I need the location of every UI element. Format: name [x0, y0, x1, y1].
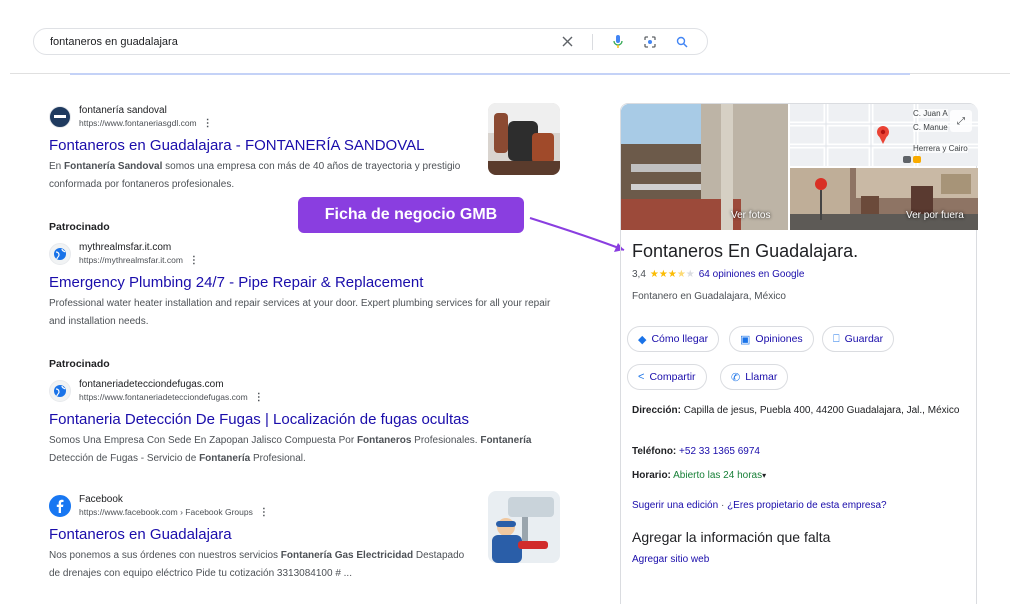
suggest-edit-link[interactable]: Sugerir una edición — [632, 500, 718, 511]
edit-row: Sugerir una edición · ¿Eres propietario … — [632, 500, 887, 511]
sponsored-label: Patrocinado — [49, 358, 110, 370]
business-category: Fontanero en Guadalajara, México — [632, 291, 786, 302]
more-options-icon[interactable]: ⋮ — [189, 255, 199, 266]
site-url: https://www.fontaneriadetecciondefugas.c… — [79, 392, 264, 403]
result-title-link[interactable]: Fontaneria Detección De Fugas | Localiza… — [49, 410, 569, 430]
result-snippet: Somos Una Empresa Con Sede En Zapopan Ja… — [49, 435, 532, 464]
map-label: Herrera y Cairo — [913, 144, 968, 153]
view-photos-button[interactable]: Ver fotos — [731, 210, 770, 221]
phone-link[interactable]: +52 33 1365 6974 — [679, 446, 760, 457]
address-row: Dirección: Capilla de jesus, Puebla 400,… — [632, 405, 960, 416]
phone-icon: ✆ — [731, 371, 741, 384]
map-label: C. Manue — [913, 123, 948, 132]
rating-value: 3,4 — [632, 269, 646, 280]
share-icon: < — [638, 371, 645, 383]
business-name: Fontaneros En Guadalajara. — [632, 241, 859, 261]
add-website-row: Agregar sitio web — [632, 551, 972, 568]
star-rating-icon: ★★★★★ — [649, 269, 695, 280]
reviews-button[interactable]: ▣ Opiniones — [729, 326, 814, 352]
expand-map-icon[interactable]: ⤢ — [950, 110, 972, 132]
annotation-arrow — [529, 217, 625, 252]
more-options-icon[interactable]: ⋮ — [259, 507, 269, 518]
search-box[interactable]: fontaneros en guadalajara — [33, 28, 708, 55]
result-snippet: Nos ponemos a sus órdenes con nuestros s… — [49, 550, 465, 579]
phone-row: Teléfono: +52 33 1365 6974 — [632, 446, 760, 457]
result-thumbnail[interactable] — [488, 103, 560, 175]
claim-business-link[interactable]: ¿Eres propietario de esta empresa? — [727, 500, 887, 511]
call-button[interactable]: ✆ Llamar — [720, 364, 789, 390]
site-info[interactable]: fontaneriadetecciondefugas.com https://w… — [49, 378, 569, 404]
more-options-icon[interactable]: ⋮ — [254, 392, 264, 403]
site-url: https://www.fontaneriasgdl.com ⋮ — [79, 118, 213, 129]
view-outside-button[interactable]: Ver por fuera — [906, 210, 964, 221]
result-snippet: Professional water heater installation a… — [49, 298, 551, 327]
business-profile-panel: Ver fotos Ver por fuera C. Juan A C. Man… — [620, 103, 978, 604]
site-name: fontanería sandoval — [79, 105, 167, 116]
result-title-link[interactable]: Emergency Plumbing 24/7 - Pipe Repair & … — [49, 273, 569, 293]
share-button[interactable]: < Compartir — [627, 364, 707, 390]
clear-icon[interactable] — [560, 35, 574, 49]
sponsored-result: Patrocinado fontaneriadetecciondefugas.c… — [49, 358, 569, 468]
lens-icon[interactable] — [643, 35, 657, 49]
photo-gallery[interactable]: Ver fotos Ver por fuera C. Juan A C. Man… — [621, 104, 978, 230]
result-snippet: En Fontanería Sandoval somos una empresa… — [49, 161, 461, 190]
facebook-icon — [49, 495, 71, 517]
rating-row: 3,4 ★★★★★ 64 opiniones en Google — [632, 269, 804, 280]
directions-icon: ◆ — [638, 333, 647, 346]
bookmark-icon: ⎕ — [833, 332, 840, 345]
search-icon[interactable] — [675, 35, 689, 49]
map-label: C. Juan A — [913, 109, 948, 118]
search-input[interactable]: fontaneros en guadalajara — [50, 36, 560, 48]
header-progress-line — [70, 73, 910, 75]
globe-icon — [49, 243, 71, 265]
reviews-link[interactable]: 64 opiniones en Google — [699, 269, 805, 280]
more-options-icon[interactable]: ⋮ — [203, 118, 213, 129]
site-info[interactable]: mythrealmsfar.it.com https://mythrealmsf… — [49, 241, 569, 267]
site-url: https://mythrealmsfar.it.com ⋮ — [79, 255, 199, 266]
divider — [592, 33, 593, 50]
add-website-link[interactable]: Agregar sitio web — [632, 554, 709, 565]
hours-dropdown[interactable]: Abierto las 24 horas — [673, 470, 762, 481]
microphone-icon[interactable] — [611, 34, 625, 49]
save-button[interactable]: ⎕ Guardar — [822, 326, 895, 352]
chevron-down-icon[interactable]: ▾ — [762, 471, 766, 480]
annotation-label: Ficha de negocio GMB — [298, 197, 524, 233]
review-icon: ▣ — [740, 333, 751, 346]
missing-info-heading: Agregar la información que falta — [632, 529, 831, 545]
site-url: https://www.facebook.com › Facebook Grou… — [79, 507, 269, 518]
site-favicon — [49, 106, 71, 128]
site-name: fontaneriadetecciondefugas.com — [79, 379, 224, 390]
site-name: Facebook — [79, 494, 123, 505]
hours-row: Horario: Abierto las 24 horas▾ — [632, 470, 767, 481]
directions-button[interactable]: ◆ Cómo llegar — [627, 326, 720, 352]
sponsored-result: Patrocinado mythrealmsfar.it.com https:/… — [49, 221, 569, 331]
globe-icon — [49, 380, 71, 402]
site-name: mythrealmsfar.it.com — [79, 242, 172, 253]
result-thumbnail[interactable] — [488, 491, 560, 563]
